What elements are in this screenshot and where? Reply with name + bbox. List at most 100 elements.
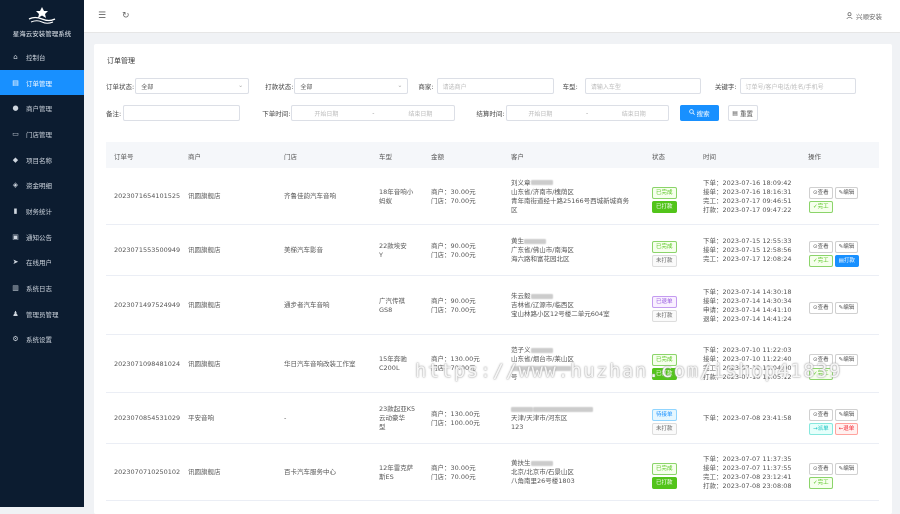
action-button[interactable]: →派单 bbox=[809, 422, 833, 435]
store-name: 齐鲁佳韵汽车音响 bbox=[284, 192, 336, 200]
column-header: 金额 bbox=[431, 153, 444, 161]
sidebar-item-chart[interactable]: ▮ 财务统计 bbox=[0, 198, 84, 224]
action-button[interactable]: ←退单 bbox=[834, 422, 859, 435]
action-button[interactable]: ⊙查看 bbox=[809, 408, 833, 421]
customer-info-line: 刘义章 bbox=[511, 179, 629, 188]
sidebar-item-gear[interactable]: ⚙ 系统设置 bbox=[0, 327, 84, 353]
action-button[interactable]: ✓完工 bbox=[809, 476, 833, 489]
action-button[interactable]: ✓完工 bbox=[809, 200, 833, 213]
car-model-line: 12年雷克萨 bbox=[379, 463, 414, 472]
customer-info-name: 刘义章 bbox=[511, 178, 531, 187]
user-menu[interactable]: 兴顺安装 bbox=[846, 11, 882, 21]
sidebar-item-order[interactable]: ▤ 订单管理 bbox=[0, 69, 84, 96]
filter-row-1: 订单状态: 全部 ⌄ 打款状态: 全部 ⌄ 商家: 请选商户 车型: 请输入车型 关… bbox=[106, 78, 856, 94]
customer-info-line: 区 bbox=[511, 205, 518, 214]
logo-icon bbox=[28, 7, 56, 24]
sidebar-item-store[interactable]: ▭ 门店管理 bbox=[0, 121, 84, 147]
car-placeholder: 请输入车型 bbox=[590, 83, 621, 91]
customer-info-name: 朱云毅 bbox=[511, 292, 531, 300]
order-number: 2023070854531029 bbox=[114, 414, 181, 422]
action-label: 查看 bbox=[817, 243, 829, 250]
car-model-line: 蚂蚁 bbox=[379, 196, 392, 205]
action-button[interactable]: ▤打款 bbox=[834, 254, 859, 267]
gear-icon: ⚙ bbox=[12, 335, 19, 344]
action-button[interactable]: ✎编辑 bbox=[834, 186, 859, 199]
sidebar-item-project[interactable]: ◆ 项目名称 bbox=[0, 147, 84, 173]
remark-input[interactable] bbox=[123, 105, 241, 121]
refresh-icon[interactable]: ↻ bbox=[122, 11, 132, 21]
car-model-line: 15年奔驰 bbox=[379, 355, 407, 363]
sidebar-item-label: 商户管理 bbox=[26, 105, 52, 114]
order-number: 2023071553500949 bbox=[114, 246, 181, 254]
search-button[interactable]: 搜索 bbox=[679, 105, 719, 121]
sidebar-item-home[interactable]: ⌂ 控制台 bbox=[0, 44, 84, 70]
customer-info-name: 黄生 bbox=[511, 237, 524, 245]
notice-icon: ▣ bbox=[12, 232, 19, 241]
merchant-name: 平安音响 bbox=[188, 414, 214, 422]
action-button[interactable]: ⊙查看 bbox=[809, 240, 833, 253]
sidebar-item-label: 财务统计 bbox=[26, 207, 52, 216]
app-title: 星海云安装管理系统 bbox=[12, 30, 72, 38]
action-button[interactable]: ⊙查看 bbox=[809, 301, 833, 314]
merchant-input[interactable]: 请选商户 bbox=[436, 78, 554, 94]
order-times: 下单：2023-07-15 12:55:33 接单：2023-07-15 12:5… bbox=[703, 237, 792, 264]
order-status-select[interactable]: 全部 ⌄ bbox=[135, 78, 250, 94]
customer-info-line: 天津/天津市/河东区 bbox=[511, 414, 568, 422]
table-row: 2023071654101525 讯圆旗舰店 齐鲁佳韵汽车音响 18年音响小 蚂蚁 商户：… bbox=[106, 168, 879, 225]
amount-line: 门店：70.00元 bbox=[431, 305, 476, 314]
action-label: 查看 bbox=[817, 465, 829, 472]
sidebar-item-log[interactable]: ▥ 系统日志 bbox=[0, 275, 84, 301]
reset-button-label: 重置 bbox=[739, 110, 753, 118]
car-input[interactable]: 请输入车型 bbox=[584, 78, 701, 94]
order-times: 下单：2023-07-16 18:09:42 接单：2023-07-16 18:1… bbox=[703, 179, 792, 215]
reset-button[interactable]: ▤ 重置 bbox=[727, 105, 758, 121]
sidebar-item-user[interactable]: ● 商户管理 bbox=[0, 95, 84, 121]
main-panel: 订单管理 订单状态: 全部 ⌄ 打款状态: 全部 ⌄ 商家: 请选商户 车型: 请输… bbox=[94, 44, 892, 514]
sidebar-item-online[interactable]: ➤ 在线用户 bbox=[0, 250, 84, 276]
action-button[interactable]: ✎编辑 bbox=[834, 240, 859, 253]
amount-line: 门店：70.00元 bbox=[431, 472, 476, 481]
sidebar-item-money[interactable]: ◈ 资金明细 bbox=[0, 172, 84, 198]
action-label: 完工 bbox=[817, 257, 829, 264]
action-label: 编辑 bbox=[843, 304, 855, 311]
table-row: 2023070854531029 平安音响 -23款起亚K5 云动豪华型商户：130.… bbox=[106, 393, 879, 444]
order-number: 2023070710250102 bbox=[114, 468, 181, 476]
amount-line: 商户：90.00元 bbox=[431, 296, 476, 305]
amount-line: 门店：70.00元 bbox=[431, 196, 476, 205]
customer-info-line: 范子义 bbox=[511, 346, 574, 355]
status-tags: 待接单 未打款 bbox=[652, 407, 677, 437]
column-header: 订单号 bbox=[114, 153, 134, 161]
redacted-phone bbox=[530, 180, 553, 185]
pay-status-select[interactable]: 全部 ⌄ bbox=[294, 78, 409, 94]
menu-fold-icon[interactable]: ☰ bbox=[98, 11, 108, 21]
merchant-name: 讯圆旗舰店 bbox=[188, 192, 221, 200]
car-model-line: 斯ES bbox=[379, 472, 394, 481]
action-button[interactable]: ⊙查看 bbox=[809, 462, 833, 475]
customer-info-name: 范子义 bbox=[511, 346, 531, 354]
sidebar-item-label: 系统设置 bbox=[26, 336, 52, 345]
order-start-placeholder: 开始日期 bbox=[314, 110, 339, 118]
user-name: 兴顺安装 bbox=[856, 13, 882, 21]
sidebar-item-notice[interactable]: ▣ 通知公告 bbox=[0, 224, 84, 250]
action-button[interactable]: ✓完工 bbox=[809, 254, 833, 267]
order-number: 2023071098481024 bbox=[114, 359, 181, 368]
action-button[interactable]: ✎编辑 bbox=[834, 408, 859, 421]
order-time-range[interactable]: 开始日期 - 结束日期 bbox=[291, 105, 456, 121]
keyword-input[interactable]: 订单号/客户电话/姓名/手机号 bbox=[739, 78, 856, 94]
order-times-line: 完工：2023-07-17 09:46:51 bbox=[703, 196, 792, 205]
action-label: 派单 bbox=[817, 425, 829, 432]
order-times-line: 下单：2023-07-10 11:22:03 bbox=[703, 346, 792, 354]
order-times: 下单：2023-07-08 23:41:58 bbox=[703, 414, 792, 423]
settle-time-range[interactable]: 开始日期 - 结束日期 bbox=[505, 105, 669, 121]
pay-status-value: 全部 bbox=[300, 83, 313, 91]
action-button[interactable]: ⊙查看 bbox=[809, 186, 833, 199]
action-button[interactable]: ✎编辑 bbox=[834, 301, 859, 314]
action-button[interactable]: ✎编辑 bbox=[834, 462, 859, 475]
reset-icon: ▤ bbox=[732, 109, 738, 117]
status-badge: 待接单 bbox=[652, 408, 677, 421]
sidebar-item-admin[interactable]: ♟ 管理员管理 bbox=[0, 301, 84, 327]
customer-info-line: 青年南街道经十路25166号西城新城商务 bbox=[511, 196, 630, 205]
merchant-name: 讯圆旗舰店 bbox=[188, 246, 221, 254]
user-icon bbox=[846, 11, 853, 21]
project-icon: ◆ bbox=[12, 155, 19, 164]
